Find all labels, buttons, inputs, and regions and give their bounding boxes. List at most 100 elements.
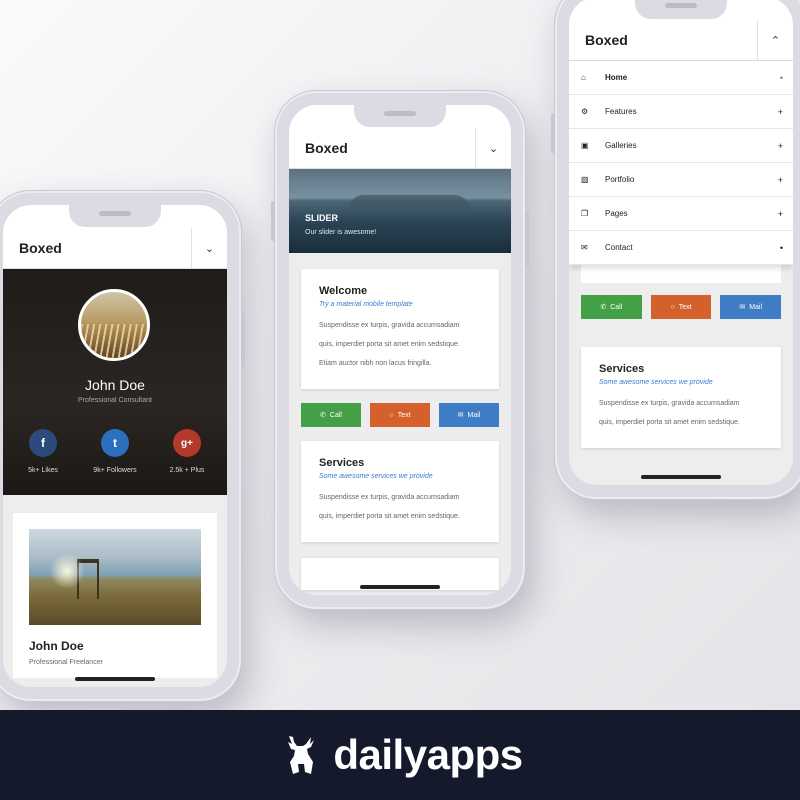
- menu-item-label: Contact: [605, 243, 633, 252]
- call-button[interactable]: ✆ Call: [301, 403, 361, 427]
- menu-toggle-button[interactable]: ⌃: [757, 20, 793, 60]
- services-title: Services: [599, 363, 645, 375]
- brand-name: dailyapps: [333, 731, 523, 778]
- services-title: Services: [319, 457, 365, 469]
- phone-side-button: [271, 201, 275, 241]
- text-button[interactable]: ○ Text: [650, 295, 712, 319]
- app-title: Boxed: [19, 240, 62, 256]
- social-stats: f 5k+ Likes t 9k+ Followers g+ 2.5k + Pl…: [3, 429, 227, 474]
- menu-item-pages[interactable]: ❐ Pages +: [569, 197, 793, 231]
- social-label: 9k+ Followers: [93, 467, 137, 474]
- phone-side-button: [241, 311, 245, 367]
- expand-plus-icon[interactable]: +: [778, 107, 783, 117]
- phone-screen: Boxed ⌄ SLIDER Our slider is awesome! We…: [289, 105, 511, 595]
- home-icon: ⌂: [581, 73, 586, 82]
- phone-profile: Boxed ⌄ John Doe Professional Consultant…: [0, 190, 245, 702]
- gear-icon: ⚙: [581, 107, 589, 116]
- menu-item-label: Portfolio: [605, 175, 635, 184]
- social-google-plus[interactable]: g+ 2.5k + Plus: [152, 429, 222, 474]
- camera-icon: ▣: [581, 141, 589, 150]
- phone-notch: [69, 205, 161, 227]
- phone-notch: [354, 105, 446, 127]
- text-label: Text: [678, 303, 692, 311]
- call-label: Call: [610, 303, 623, 311]
- image-slider[interactable]: SLIDER Our slider is awesome!: [289, 169, 511, 253]
- home-indicator: [75, 677, 155, 681]
- social-facebook[interactable]: f 5k+ Likes: [8, 429, 78, 474]
- services-line: quis, imperdiet porta sit amet enim seds…: [319, 513, 460, 520]
- call-button[interactable]: ✆ Call: [581, 295, 642, 319]
- social-twitter[interactable]: t 9k+ Followers: [80, 429, 150, 474]
- welcome-card: Welcome Try a material mobile template S…: [301, 269, 499, 389]
- home-indicator: [360, 585, 440, 589]
- landscape-photo: [29, 529, 201, 625]
- services-line: Suspendisse ex turpis, gravida accumsadi…: [319, 494, 460, 501]
- phone-screen: Boxed ⌃ ⌂ Home • ⚙ Features + ▣ Gallerie…: [569, 0, 793, 485]
- pages-icon: ❐: [581, 209, 589, 218]
- mail-button[interactable]: ✉ Mail: [439, 403, 499, 427]
- card-name: John Doe: [29, 639, 84, 653]
- welcome-line: quis, imperdiet porta sit amet enim seds…: [319, 341, 460, 348]
- home-indicator: [641, 475, 721, 479]
- menu-item-galleries[interactable]: ▣ Galleries +: [569, 129, 793, 163]
- app-title: Boxed: [585, 32, 628, 48]
- action-buttons: ✆ Call ○ Text ✉ Mail: [581, 295, 782, 319]
- avatar: [78, 289, 150, 361]
- services-card: Services Some awesome services we provid…: [581, 347, 781, 448]
- slider-title: SLIDER: [305, 213, 339, 223]
- menu-item-label: Pages: [605, 209, 628, 218]
- menu-item-label: Home: [605, 73, 628, 82]
- chevron-down-icon: ⌄: [488, 142, 499, 155]
- action-buttons: ✆ Call ○ Text ✉ Mail: [301, 403, 499, 427]
- menu-toggle-button[interactable]: ⌄: [475, 128, 511, 168]
- active-dot-icon: •: [779, 72, 783, 83]
- welcome-title: Welcome: [319, 285, 368, 297]
- phone-screen: Boxed ⌄ John Doe Professional Consultant…: [3, 205, 227, 687]
- envelope-icon: ✉: [581, 243, 588, 252]
- expand-plus-icon[interactable]: +: [778, 209, 783, 219]
- twitter-icon[interactable]: t: [101, 429, 129, 457]
- text-button[interactable]: ○ Text: [370, 403, 430, 427]
- mail-label: Mail: [749, 303, 763, 311]
- card-role: Professional Freelancer: [29, 659, 103, 666]
- profile-name: John Doe: [85, 377, 145, 393]
- menu-item-contact[interactable]: ✉ Contact •: [569, 231, 793, 265]
- call-label: Call: [329, 411, 342, 419]
- mail-icon: ✉: [739, 304, 746, 311]
- freelancer-card[interactable]: John Doe Professional Freelancer: [13, 513, 217, 678]
- mail-button[interactable]: ✉ Mail: [720, 295, 782, 319]
- services-line: Suspendisse ex turpis, gravida accumsadi…: [599, 400, 740, 407]
- chat-icon: ○: [389, 411, 394, 419]
- mail-label: Mail: [467, 411, 481, 419]
- google-plus-icon[interactable]: g+: [173, 429, 201, 457]
- facebook-icon[interactable]: f: [29, 429, 57, 457]
- menu-item-portfolio[interactable]: ▨ Portfolio +: [569, 163, 793, 197]
- phone-icon: ✆: [600, 304, 607, 311]
- chevron-up-icon: ⌃: [770, 34, 781, 47]
- mail-icon: ✉: [457, 412, 464, 419]
- menu-item-features[interactable]: ⚙ Features +: [569, 95, 793, 129]
- dot-icon: •: [779, 242, 783, 253]
- menu-item-label: Features: [605, 107, 637, 116]
- deer-logo-icon: [288, 736, 315, 774]
- expand-plus-icon[interactable]: +: [778, 175, 783, 185]
- menu-item-home[interactable]: ⌂ Home •: [569, 61, 793, 95]
- mockup-stage: Boxed ⌄ John Doe Professional Consultant…: [0, 0, 800, 710]
- social-label: 5k+ Likes: [28, 467, 58, 474]
- services-subtitle: Some awesome services we provide: [319, 473, 433, 480]
- menu-toggle-button[interactable]: ⌄: [191, 228, 227, 268]
- social-label: 2.5k + Plus: [169, 467, 205, 474]
- menu-item-label: Galleries: [605, 141, 637, 150]
- phone-side-button: [525, 211, 529, 267]
- slider-hill-shape: [349, 195, 469, 209]
- expand-plus-icon[interactable]: +: [778, 141, 783, 151]
- services-line: quis, imperdiet porta sit amet enim seds…: [599, 419, 740, 426]
- image-icon: ▨: [581, 175, 589, 184]
- profile-role: Professional Consultant: [78, 397, 152, 404]
- services-card: Services Some awesome services we provid…: [301, 441, 499, 542]
- phone-side-button: [551, 113, 555, 153]
- phone-home: Boxed ⌄ SLIDER Our slider is awesome! We…: [271, 90, 529, 610]
- phone-icon: ✆: [320, 412, 326, 419]
- phone-notch: [635, 0, 727, 19]
- phone-menu-open: Boxed ⌃ ⌂ Home • ⚙ Features + ▣ Gallerie…: [551, 0, 800, 500]
